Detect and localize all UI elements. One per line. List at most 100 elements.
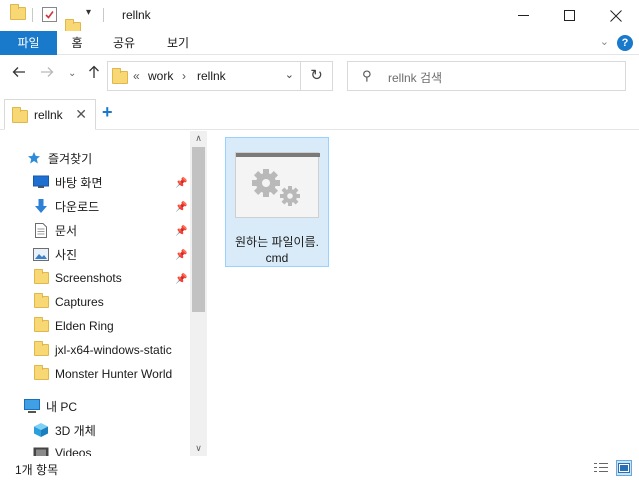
up-arrow-icon bbox=[89, 65, 99, 78]
up-button[interactable] bbox=[87, 65, 101, 84]
computer-icon bbox=[24, 398, 40, 414]
minimize-button[interactable] bbox=[500, 0, 546, 31]
sidebar-item-label: 3D 개체 bbox=[55, 423, 96, 438]
3d-objects-icon bbox=[33, 422, 49, 438]
sidebar-item-pictures[interactable]: 사진 bbox=[33, 243, 77, 265]
scroll-down-icon[interactable]: ∨ bbox=[190, 443, 206, 454]
file-name: 원하는 파일이름. cmd bbox=[226, 234, 328, 266]
folder-icon bbox=[33, 341, 49, 358]
back-button[interactable] bbox=[12, 65, 26, 84]
navigation-bar: ⌄ « work › rellnk ⌄ ↻ ⚲ rellnk 검색 bbox=[0, 55, 639, 97]
customize-toolbar-icon[interactable]: ▾ bbox=[86, 7, 91, 18]
download-icon bbox=[33, 198, 49, 214]
close-tab-icon[interactable]: ✕ bbox=[75, 106, 87, 123]
pin-icon[interactable]: 📌 bbox=[175, 178, 187, 189]
sidebar-item-quick-access[interactable]: 즐겨찾기 bbox=[26, 147, 92, 169]
sidebar-item-elden-ring[interactable]: Elden Ring bbox=[33, 315, 114, 337]
tab-share[interactable]: 공유 bbox=[104, 31, 144, 55]
folder-tab-label: rellnk bbox=[34, 108, 63, 122]
sidebar-item-captures[interactable]: Captures bbox=[33, 291, 104, 313]
tab-file[interactable]: 파일 bbox=[0, 31, 57, 55]
file-name-extension: cmd bbox=[265, 251, 289, 265]
status-bar: 1개 항목 bbox=[0, 456, 639, 480]
address-history-chevron-icon[interactable]: ⌄ bbox=[285, 68, 294, 81]
folder-icon bbox=[33, 293, 49, 310]
sidebar-item-screenshots[interactable]: Screenshots bbox=[33, 267, 122, 289]
forward-button[interactable] bbox=[40, 65, 54, 84]
separator bbox=[32, 8, 33, 22]
tab-view[interactable]: 보기 bbox=[158, 31, 198, 55]
breadcrumb-separator: › bbox=[182, 69, 186, 83]
sidebar-item-label: jxl-x64-windows-static bbox=[55, 343, 172, 357]
sidebar-scrollbar[interactable]: ∧ ∨ bbox=[190, 131, 206, 456]
sidebar-item-label: Elden Ring bbox=[55, 319, 114, 333]
close-button[interactable] bbox=[593, 0, 639, 31]
navigation-pane: 즐겨찾기 바탕 화면 📌 다운로드 📌 문서 📌 사진 📌 Screenshot… bbox=[0, 131, 207, 456]
folder-icon bbox=[112, 68, 128, 84]
breadcrumb-work[interactable]: work bbox=[148, 69, 173, 83]
file-item[interactable]: 원하는 파일이름. cmd bbox=[225, 137, 329, 267]
folder-tabs: rellnk ✕ + bbox=[0, 97, 639, 130]
folder-icon bbox=[33, 317, 49, 334]
folder-icon bbox=[10, 4, 26, 20]
pin-icon[interactable]: 📌 bbox=[175, 250, 187, 261]
pin-icon[interactable]: 📌 bbox=[175, 226, 187, 237]
maximize-button[interactable] bbox=[546, 0, 592, 31]
sidebar-item-desktop[interactable]: 바탕 화면 bbox=[33, 171, 103, 193]
file-list: 원하는 파일이름. cmd bbox=[210, 131, 639, 456]
folder-icon bbox=[33, 365, 49, 382]
item-count: 1개 항목 bbox=[15, 463, 59, 477]
close-icon bbox=[610, 9, 622, 22]
sidebar-item-label: Monster Hunter World bbox=[55, 367, 173, 381]
search-box[interactable]: ⚲ rellnk 검색 bbox=[347, 61, 626, 91]
sidebar-item-monster-hunter-world[interactable]: Monster Hunter World bbox=[33, 363, 172, 385]
search-icon: ⚲ bbox=[362, 68, 372, 83]
sidebar-item-videos[interactable]: Videos bbox=[33, 442, 91, 456]
breadcrumb-rellnk[interactable]: rellnk bbox=[197, 69, 226, 83]
maximize-icon bbox=[563, 10, 575, 21]
tab-home[interactable]: 홈 bbox=[62, 31, 92, 55]
sidebar-item-label: 문서 bbox=[55, 223, 78, 238]
ribbon-tabs: 파일 홈 공유 보기 ⌄ ? bbox=[0, 31, 639, 55]
properties-icon[interactable] bbox=[42, 7, 57, 22]
recent-locations-button[interactable]: ⌄ bbox=[68, 68, 76, 79]
sidebar-item-label: 내 PC bbox=[46, 399, 78, 414]
forward-arrow-icon bbox=[41, 67, 54, 77]
sidebar-item-label: 바탕 화면 bbox=[55, 175, 103, 190]
sidebar-item-label: Captures bbox=[55, 295, 104, 309]
pictures-icon bbox=[33, 246, 49, 262]
title-bar: ▾ rellnk bbox=[0, 0, 639, 35]
help-icon[interactable]: ? bbox=[617, 35, 633, 51]
minimize-icon bbox=[517, 15, 529, 16]
document-icon bbox=[33, 222, 49, 238]
scroll-thumb[interactable] bbox=[192, 147, 205, 312]
back-arrow-icon bbox=[12, 67, 25, 77]
breadcrumb-overflow[interactable]: « bbox=[133, 69, 140, 83]
details-view-icon[interactable] bbox=[593, 460, 609, 476]
sidebar-item-jxl[interactable]: jxl-x64-windows-static bbox=[33, 339, 172, 361]
sidebar-item-label: 즐겨찾기 bbox=[48, 151, 93, 166]
search-input[interactable]: rellnk 검색 bbox=[388, 69, 442, 86]
sidebar-item-downloads[interactable]: 다운로드 bbox=[33, 195, 99, 217]
folder-tab-rellnk[interactable]: rellnk ✕ bbox=[4, 99, 96, 130]
file-name-line: 원하는 파일이름. bbox=[235, 235, 319, 249]
expand-ribbon-icon[interactable]: ⌄ bbox=[600, 35, 609, 48]
sidebar-item-3d-objects[interactable]: 3D 개체 bbox=[33, 419, 96, 441]
sidebar-item-label: Screenshots bbox=[55, 271, 122, 285]
sidebar-item-label: 다운로드 bbox=[55, 199, 100, 214]
cmd-settings-file-icon bbox=[235, 152, 320, 218]
new-tab-button[interactable]: + bbox=[102, 102, 113, 123]
scroll-up-icon[interactable]: ∧ bbox=[190, 133, 206, 144]
address-bar[interactable]: « work › rellnk ⌄ bbox=[107, 61, 301, 91]
sidebar-item-this-pc[interactable]: 내 PC bbox=[24, 395, 77, 417]
refresh-icon: ↻ bbox=[310, 67, 323, 84]
pin-icon[interactable]: 📌 bbox=[175, 274, 187, 285]
large-icons-view-icon[interactable] bbox=[616, 460, 632, 476]
videos-icon bbox=[33, 445, 49, 456]
window-title: rellnk bbox=[122, 8, 151, 22]
sidebar-item-documents[interactable]: 문서 bbox=[33, 219, 77, 241]
refresh-button[interactable]: ↻ bbox=[301, 61, 333, 91]
sidebar-item-label: 사진 bbox=[55, 247, 78, 262]
pin-icon[interactable]: 📌 bbox=[175, 202, 187, 213]
desktop-icon bbox=[33, 174, 49, 190]
